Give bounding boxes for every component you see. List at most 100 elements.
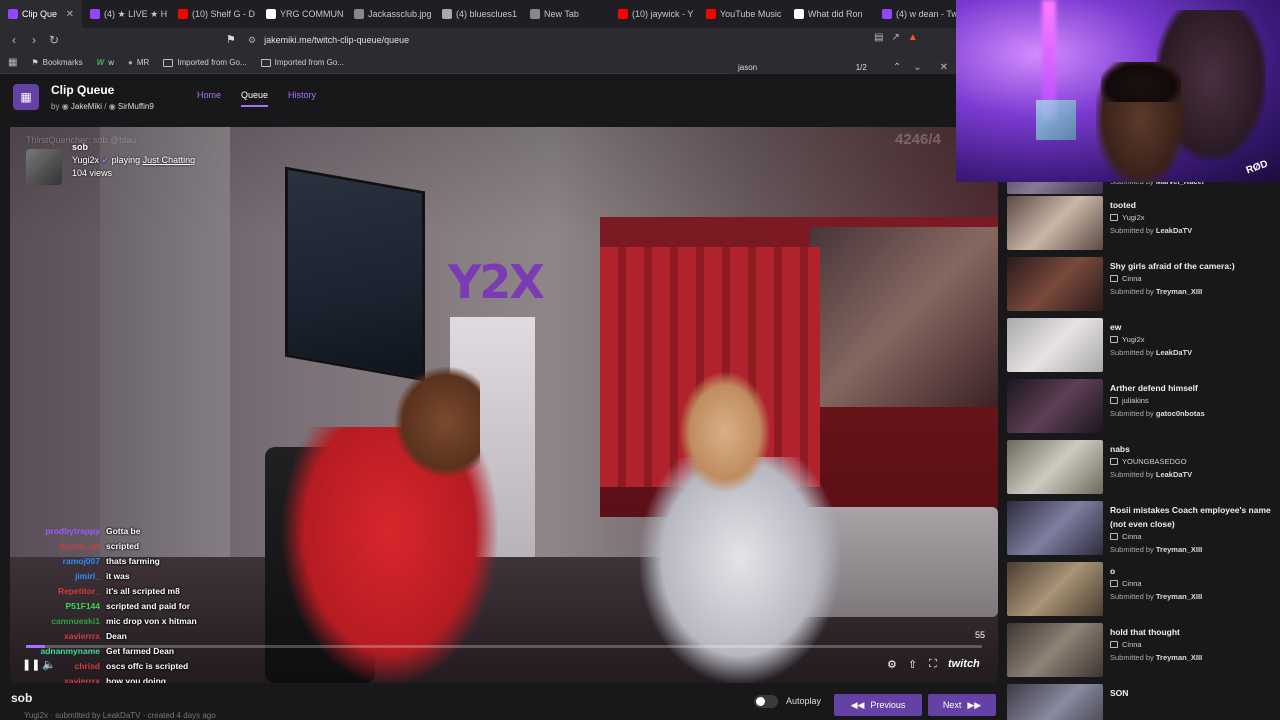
site-info-icon[interactable]: ⚙ (248, 35, 256, 46)
share-icon[interactable]: ⇧ (908, 658, 917, 671)
queue-item[interactable]: tooted Yugi2x Submitted by LeakDaTV (1007, 196, 1277, 252)
queue-thumbnail[interactable] (1007, 257, 1103, 311)
tab-label: New Tab (544, 9, 579, 19)
browser-tab[interactable]: Jackassclub.jpg (346, 0, 434, 28)
queue-item[interactable]: o Cinna Submitted by Treyman_XIII (1007, 562, 1277, 618)
clip-channel-line: Yugi2x ✔ playing Just Chatting (72, 155, 196, 165)
chat-message: Assim_on scripted (22, 538, 282, 553)
chat-message: camnueski1 mic drop von x hitman (22, 613, 282, 628)
find-input[interactable]: jason (738, 63, 757, 72)
reader-mode-icon[interactable]: ▤ (874, 32, 883, 43)
tab-close-icon[interactable]: ✕ (66, 9, 74, 20)
folder-icon (163, 58, 174, 67)
queue-thumbnail[interactable] (1007, 440, 1103, 494)
queue-title: Rosii mistakes Coach employee's name (no… (1110, 505, 1271, 529)
next-button[interactable]: Next ▶▶ (928, 694, 996, 716)
browser-tab[interactable]: New Tab (522, 0, 610, 28)
queue-item[interactable]: SON (1007, 684, 1277, 720)
chat-username: Repetitor_ (57, 585, 100, 596)
queue-channel: Cinna (1110, 532, 1142, 541)
tab-favicon-icon (530, 9, 540, 19)
pause-icon[interactable]: ❚❚ (22, 658, 40, 671)
queue-thumbnail[interactable] (1007, 318, 1103, 372)
browser-tab[interactable]: What did Ron (786, 0, 874, 28)
previous-button[interactable]: ◀◀ Previous (834, 694, 922, 716)
autoplay-toggle[interactable] (754, 695, 778, 708)
bookmark-mr[interactable]: ● MR (128, 58, 149, 67)
queue-item[interactable]: hold that thought Cinna Submitted by Treym… (1007, 623, 1277, 679)
browser-tab[interactable]: (10) jaywick - Y (610, 0, 698, 28)
author-jakemiki-link[interactable]: JakeMiki (71, 102, 102, 111)
webcam-brand: RØD (1244, 158, 1270, 177)
queue-channel: Cinna (1110, 640, 1142, 649)
queue-submitter: Submitted by LeakDaTV (1110, 470, 1193, 479)
browser-tab[interactable]: (4) bluesclues1 (434, 0, 522, 28)
bookmarks-menu[interactable]: ⚑ Bookmarks (31, 58, 82, 67)
volume-icon[interactable]: 🔈 (42, 658, 56, 671)
reload-icon[interactable]: ↻ (44, 33, 64, 47)
queue-thumbnail[interactable] (1007, 180, 1103, 194)
mr-logo-icon: ● (127, 58, 133, 67)
progress-bar[interactable] (26, 645, 982, 648)
channel-icon (1110, 275, 1118, 282)
queue-submitter: Submitted by Treyman_XIII (1110, 653, 1203, 662)
queue-thumbnail[interactable] (1007, 623, 1103, 677)
tab-favicon-icon (706, 9, 716, 19)
browser-tab[interactable]: (10) Shelf G - D (170, 0, 258, 28)
streamer-webcam: RØD (956, 0, 1280, 182)
queue-item[interactable]: ew Yugi2x Submitted by LeakDaTV (1007, 318, 1277, 374)
twitch-logo[interactable]: twitch (948, 658, 980, 670)
queue-thumbnail[interactable] (1007, 196, 1103, 250)
nav-queue[interactable]: Queue (241, 90, 269, 107)
queue-submitter: Submitted by Treyman_XIII (1110, 545, 1203, 554)
chat-message: xavierrrx how you doing (22, 673, 282, 684)
queue-title: SON (1110, 688, 1129, 698)
browser-tab[interactable]: (4) w dean - Tw (874, 0, 962, 28)
brave-shield-icon[interactable]: ▲ (908, 32, 918, 43)
chat-message: prodbytrappy Gotta be (22, 523, 282, 538)
address-bar[interactable]: ⚙ jakemiki.me/twitch-clip-queue/queue (248, 28, 968, 52)
queue-thumbnail[interactable] (1007, 379, 1103, 433)
game-link[interactable]: Just Chatting (143, 155, 196, 165)
find-prev-icon[interactable]: ⌃ (893, 62, 901, 73)
bookmark-folder-2[interactable]: Imported from Go... (260, 58, 344, 67)
queue-submitter: Submitted by Treyman_XIII (1110, 287, 1203, 296)
back-icon[interactable]: ‹ (4, 33, 24, 47)
queue-item[interactable]: Rosii mistakes Coach employee's name (no… (1007, 501, 1277, 557)
tab-favicon-icon (354, 9, 364, 19)
settings-icon[interactable]: ⚙ (887, 658, 897, 671)
queue-item[interactable]: Shy girls afraid of the camera:) Cinna Sub… (1007, 257, 1277, 313)
fullscreen-icon[interactable]: ⛶ (929, 658, 937, 671)
find-close-icon[interactable]: ✕ (940, 62, 948, 73)
chat-text: oscs offc is scripted (106, 660, 189, 671)
share-icon[interactable]: ↗ (891, 32, 899, 43)
bookmark-icon[interactable]: ⚑ (226, 33, 236, 46)
browser-tab[interactable]: YRG COMMUN (258, 0, 346, 28)
browser-tab[interactable]: (4) ★ LIVE ★ H (82, 0, 170, 28)
queue-channel: Cinna (1110, 579, 1142, 588)
forward-icon[interactable]: › (24, 33, 44, 47)
video-player[interactable]: Y2X ThirstQuencher: sob @blau 4246/4 sob… (10, 127, 998, 683)
queue-thumbnail[interactable] (1007, 684, 1103, 720)
queue-thumbnail[interactable] (1007, 501, 1103, 555)
queue-title: hold that thought (1110, 627, 1180, 637)
author-sirmuffin-link[interactable]: SirMuffin9 (118, 102, 154, 111)
queue-item[interactable]: nabs YOUNGBASEDGO Submitted by LeakDaTV (1007, 440, 1277, 496)
channel-link[interactable]: Yugi2x (72, 155, 99, 165)
queue-title: nabs (1110, 444, 1130, 454)
browser-tab[interactable]: Clip Que ✕ (0, 0, 82, 28)
find-next-icon[interactable]: ⌄ (913, 62, 921, 73)
bookmark-w[interactable]: Ww (97, 58, 114, 67)
chat-message: xavierrrx Dean (22, 628, 282, 643)
verified-icon: ✔ (101, 155, 110, 165)
webcam-streamer-hair (1101, 62, 1181, 102)
nav-home[interactable]: Home (197, 90, 221, 107)
queue-thumbnail[interactable] (1007, 562, 1103, 616)
nav-history[interactable]: History (288, 90, 316, 107)
bookmark-folder-1[interactable]: Imported from Go... (163, 58, 247, 67)
browser-tab[interactable]: YouTube Music (698, 0, 786, 28)
queue-title: Arther defend himself (1110, 383, 1198, 393)
queue-item[interactable]: Arther defend himself juliakins Submitted … (1007, 379, 1277, 435)
apps-grid-icon[interactable]: ▦ (8, 57, 17, 68)
chat-text: it's all scripted m8 (106, 585, 180, 596)
